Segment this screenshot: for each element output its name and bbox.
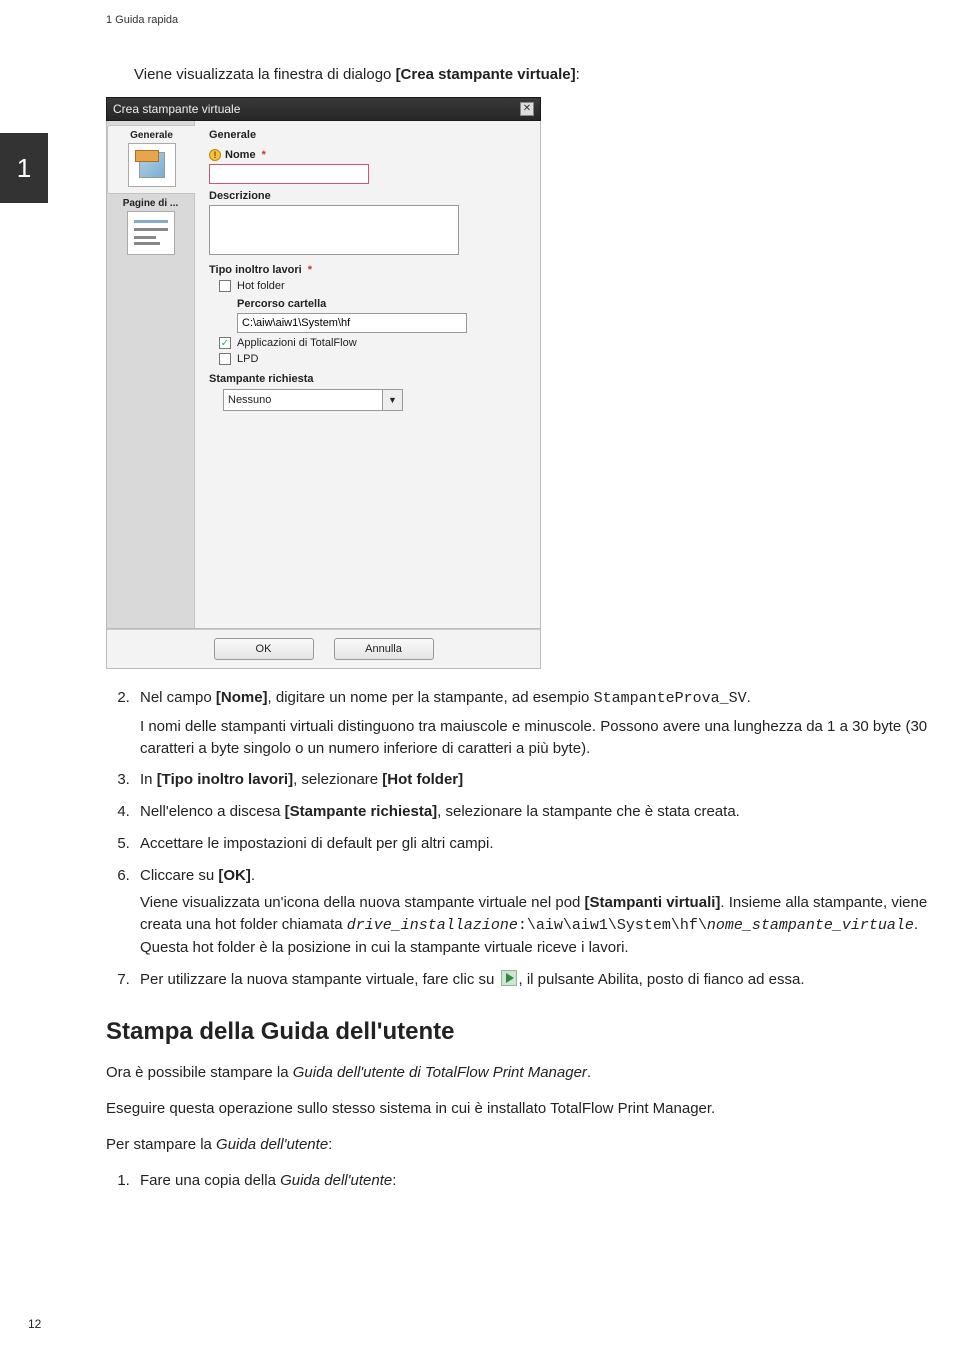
sidebar-thumb-icon [128, 143, 176, 187]
name-label: ! Nome * [209, 149, 526, 161]
name-label-text: Nome [225, 149, 256, 161]
step-6: Cliccare su [OK]. Viene visualizzata un'… [134, 865, 930, 959]
required-mark-icon: * [308, 264, 312, 276]
requested-printer-dropdown[interactable]: Nessuno ▼ [223, 389, 403, 411]
example-name: StampanteProva_SV [594, 690, 747, 707]
step-3: In [Tipo inoltro lavori], selezionare [H… [134, 769, 930, 791]
close-icon[interactable]: ✕ [520, 102, 534, 116]
warning-icon: ! [209, 149, 221, 161]
path: drive_installazione [347, 917, 518, 934]
txt: , digitare un nome per la stampante, ad … [268, 689, 594, 706]
enable-play-icon [501, 970, 517, 986]
sidebar-tab-generale[interactable]: Generale [107, 125, 195, 194]
hotfolder-checkbox[interactable] [219, 280, 231, 292]
apps-checkbox-row: Applicazioni di TotalFlow [219, 337, 526, 349]
txt: [Tipo inoltro lavori] [157, 771, 293, 788]
txt: [Hot folder] [382, 771, 463, 788]
chevron-down-icon: ▼ [382, 390, 402, 410]
para-1: Ora è possibile stampare la Guida dell'u… [106, 1062, 930, 1084]
print-step-1: Fare una copia della Guida dell'utente: [134, 1170, 930, 1192]
path: :\aiw\aiw1\System\hf\ [518, 917, 707, 934]
step-5: Accettare le impostazioni di default per… [134, 833, 930, 855]
requested-printer-label: Stampante richiesta [209, 373, 526, 385]
txt: Per utilizzare la nuova stampante virtua… [140, 971, 499, 988]
apps-label: Applicazioni di TotalFlow [237, 337, 357, 349]
hotfolder-checkbox-row: Hot folder [219, 280, 526, 292]
txt: Viene visualizzata un'icona della nuova … [140, 894, 585, 911]
description-input[interactable] [209, 205, 459, 255]
txt: Guida dell'utente [280, 1172, 392, 1189]
intro-before: Viene visualizzata la finestra di dialog… [134, 66, 396, 83]
txt: Guida dell'utente [216, 1136, 328, 1153]
txt: Per stampare la [106, 1136, 216, 1153]
running-header: 1 Guida rapida [0, 0, 960, 26]
path-label: Percorso cartella [237, 298, 526, 310]
step-list: Nel campo [Nome], digitare un nome per l… [134, 687, 930, 990]
lpd-checkbox-row: LPD [219, 353, 526, 365]
intro-after: : [576, 66, 580, 83]
dialog-buttonbar: OK Annulla [106, 629, 541, 669]
sidebar-thumb-icon [127, 211, 175, 255]
txt: [Stampanti virtuali] [585, 894, 721, 911]
para-2: Eseguire questa operazione sullo stesso … [106, 1098, 930, 1120]
step-4: Nell'elenco a discesa [Stampante richies… [134, 801, 930, 823]
para-3: Per stampare la Guida dell'utente: [106, 1134, 930, 1156]
txt: Ora è possibile stampare la [106, 1064, 293, 1081]
cancel-button[interactable]: Annulla [334, 638, 434, 660]
chapter-tab: 1 [0, 133, 48, 203]
section-header: Generale [209, 129, 526, 141]
step-7: Per utilizzare la nuova stampante virtua… [134, 969, 930, 991]
lpd-checkbox[interactable] [219, 353, 231, 365]
txt: , selezionare la stampante che è stata c… [437, 803, 740, 820]
path-input[interactable] [237, 313, 467, 333]
sidebar-tab-label: Pagine di ... [123, 198, 179, 209]
dialog-title: Crea stampante virtuale [113, 102, 520, 116]
required-mark-icon: * [262, 149, 266, 161]
section-heading: Stampa della Guida dell'utente [106, 1018, 930, 1046]
step-2-subtext: I nomi delle stampanti virtuali distingu… [140, 716, 930, 760]
txt: : [328, 1136, 332, 1153]
txt: Guida dell'utente di TotalFlow Print Man… [293, 1064, 587, 1081]
dialog-titlebar: Crea stampante virtuale ✕ [106, 97, 541, 121]
ok-button[interactable]: OK [214, 638, 314, 660]
txt: . [251, 867, 255, 884]
apps-checkbox[interactable] [219, 337, 231, 349]
txt: [Stampante richiesta] [285, 803, 438, 820]
sidebar-tab-pagine[interactable]: Pagine di ... [107, 194, 194, 261]
print-step-list: Fare una copia della Guida dell'utente: [134, 1170, 930, 1192]
page-content: Viene visualizzata la finestra di dialog… [106, 66, 930, 1191]
requested-printer-value: Nessuno [228, 394, 271, 406]
path: nome_stampante_virtuale [707, 917, 914, 934]
tipo-label-text: Tipo inoltro lavori [209, 264, 302, 276]
dialog-sidebar: Generale Pagine di ... [107, 121, 195, 628]
txt: Nell'elenco a discesa [140, 803, 285, 820]
name-input[interactable] [209, 164, 369, 184]
sidebar-tab-label: Generale [130, 130, 173, 141]
hotfolder-label: Hot folder [237, 280, 285, 292]
txt: . [747, 689, 751, 706]
step-2: Nel campo [Nome], digitare un nome per l… [134, 687, 930, 759]
txt: , selezionare [293, 771, 382, 788]
desc-label: Descrizione [209, 190, 526, 202]
txt: , il pulsante Abilita, posto di fianco a… [519, 971, 805, 988]
dialog-body: Generale Pagine di ... Generale ! Nome *… [106, 121, 541, 629]
txt: Nel campo [140, 689, 216, 706]
dialog-main: Generale ! Nome * Descrizione Tipo inolt… [195, 121, 540, 628]
lpd-label: LPD [237, 353, 258, 365]
txt: [Nome] [216, 689, 268, 706]
txt: : [392, 1172, 396, 1189]
intro-text: Viene visualizzata la finestra di dialog… [134, 66, 930, 83]
txt: Fare una copia della [140, 1172, 280, 1189]
step-6-subtext: Viene visualizzata un'icona della nuova … [140, 892, 930, 958]
dialog-screenshot: Crea stampante virtuale ✕ Generale Pagin… [106, 97, 541, 669]
txt: . [587, 1064, 591, 1081]
intro-bold: [Crea stampante virtuale] [396, 66, 576, 83]
txt: In [140, 771, 157, 788]
txt: [OK] [218, 867, 251, 884]
txt: Cliccare su [140, 867, 218, 884]
tipo-label: Tipo inoltro lavori * [209, 264, 526, 276]
page-number: 12 [28, 1317, 41, 1331]
